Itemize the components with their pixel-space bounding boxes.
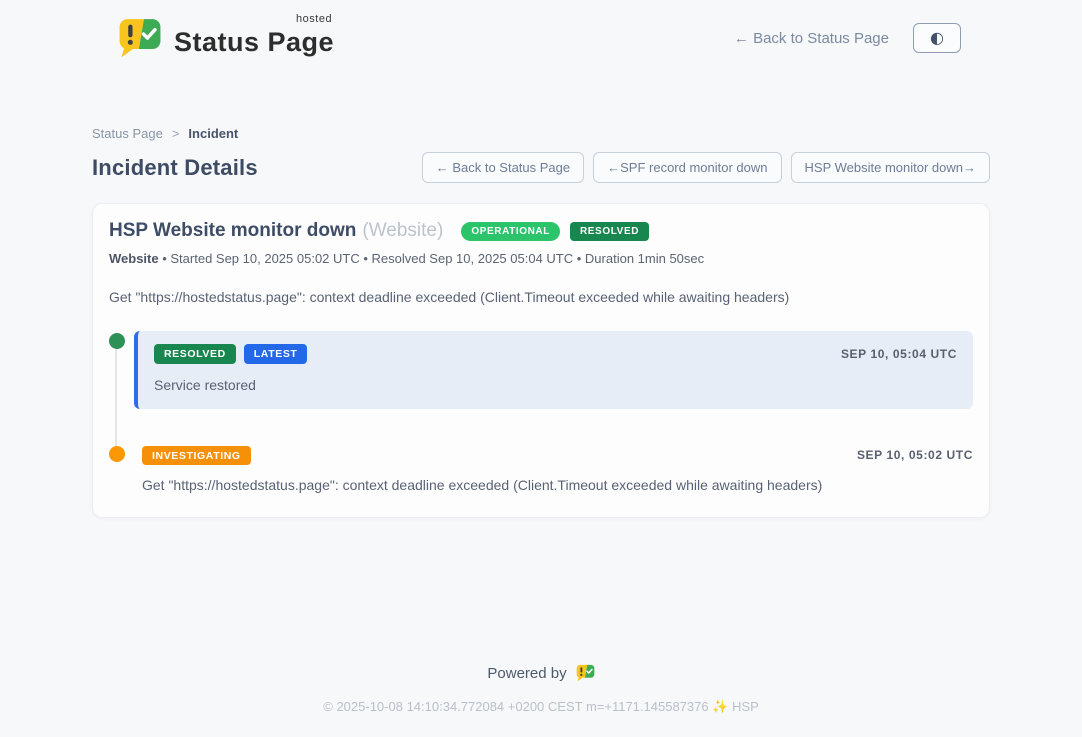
timeline-latest-badge: LATEST: [244, 344, 308, 364]
timeline-resolved-badge: RESOLVED: [154, 344, 236, 364]
operational-status-badge: OPERATIONAL: [461, 222, 560, 241]
logo-hosted-superscript: hosted: [296, 13, 332, 25]
timeline-dot-orange: [109, 446, 125, 462]
timeline-dot-green: [109, 333, 125, 349]
breadcrumb-separator: >: [172, 126, 180, 141]
timeline-connector-line: [115, 349, 117, 447]
incident-nav-buttons: ← Back to Status Page ←SPF record monito…: [422, 152, 990, 183]
incident-meta: Website • Started Sep 10, 2025 05:02 UTC…: [109, 251, 973, 266]
incident-description: Get "https://hostedstatus.page": context…: [109, 289, 973, 305]
timeline-message: Service restored: [154, 377, 957, 393]
back-to-status-page-button[interactable]: ← Back to Status Page: [422, 152, 584, 183]
header-back-to-status-page-link[interactable]: ← Back to Status Page: [734, 30, 889, 47]
breadcrumb-incident: Incident: [188, 126, 238, 141]
next-incident-button[interactable]: HSP Website monitor down→: [791, 152, 990, 183]
logo[interactable]: hosted Status Page: [118, 17, 334, 59]
incident-meta-details: • Started Sep 10, 2025 05:02 UTC • Resol…: [159, 251, 705, 266]
powered-by-label: Powered by: [487, 665, 566, 682]
logo-brand-text: Status Page: [174, 27, 334, 57]
timeline-message: Get "https://hostedstatus.page": context…: [142, 477, 973, 493]
breadcrumb-status-page[interactable]: Status Page: [92, 126, 163, 141]
timeline-update-plain: INVESTIGATING SEP 10, 05:02 UTC Get "htt…: [134, 446, 973, 494]
timeline-latest-update-box: RESOLVED LATEST SEP 10, 05:04 UTC Servic…: [134, 331, 973, 409]
incident-meta-component: Website: [109, 251, 159, 266]
timeline-timestamp: SEP 10, 05:02 UTC: [857, 448, 973, 462]
prev-incident-button[interactable]: ←SPF record monitor down: [593, 152, 781, 183]
theme-toggle-button[interactable]: ◐: [913, 23, 961, 53]
timeline-entry-investigating: INVESTIGATING SEP 10, 05:02 UTC Get "htt…: [134, 446, 973, 494]
timeline-timestamp: SEP 10, 05:04 UTC: [841, 347, 957, 361]
breadcrumb: Status Page > Incident: [92, 126, 990, 141]
timeline-investigating-badge: INVESTIGATING: [142, 446, 251, 466]
timeline-entry-resolved: RESOLVED LATEST SEP 10, 05:04 UTC Servic…: [134, 331, 973, 409]
copyright-line: © 2025-10-08 14:10:34.772084 +0200 CEST …: [0, 699, 1082, 715]
status-page-logo-icon: [118, 17, 162, 59]
resolved-state-badge: RESOLVED: [570, 222, 649, 241]
footer: Powered by © 2025-10-08 14:10:34.772084 …: [0, 664, 1082, 737]
status-page-mini-logo-icon[interactable]: [576, 664, 595, 682]
incident-component: (Website): [362, 220, 443, 242]
page-title: Incident Details: [92, 155, 258, 181]
incident-timeline: RESOLVED LATEST SEP 10, 05:04 UTC Servic…: [109, 331, 973, 493]
incident-title: HSP Website monitor down: [109, 220, 356, 242]
incident-card: HSP Website monitor down (Website) OPERA…: [92, 203, 990, 518]
half-circle-theme-icon: ◐: [930, 30, 944, 46]
main-content: Status Page > Incident Incident Details ← …: [92, 62, 990, 518]
header: hosted Status Page ← Back to Status Page…: [0, 0, 1082, 62]
powered-by: Powered by: [0, 664, 1082, 682]
